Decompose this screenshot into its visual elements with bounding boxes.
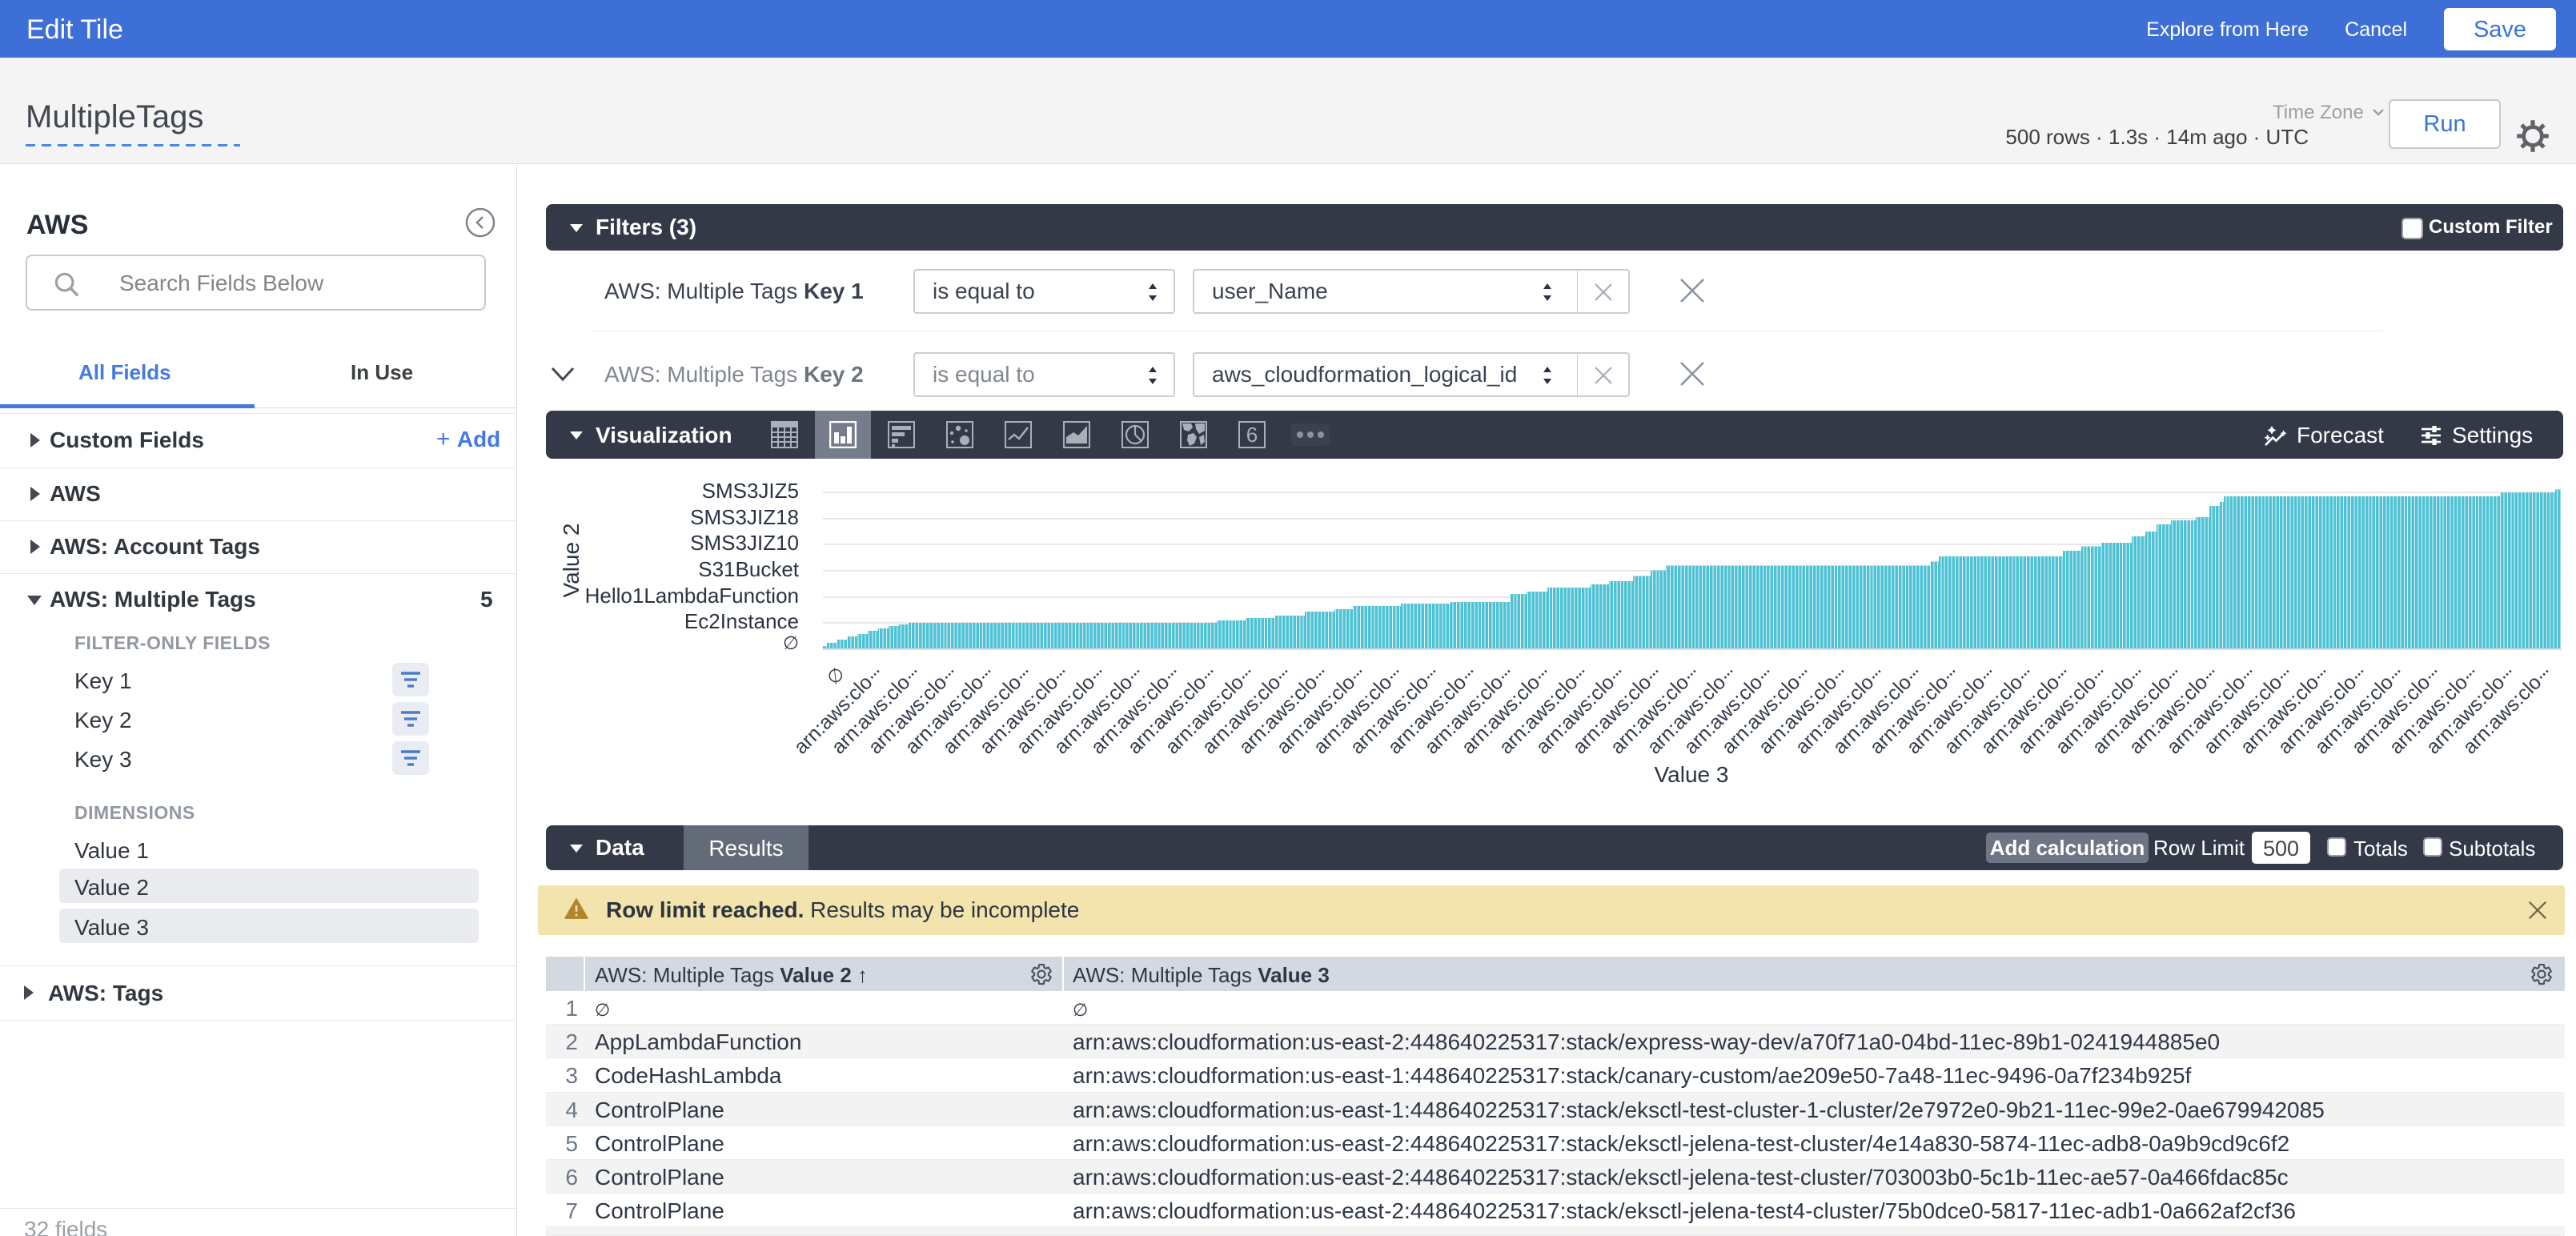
svg-text:6: 6: [1246, 423, 1258, 447]
